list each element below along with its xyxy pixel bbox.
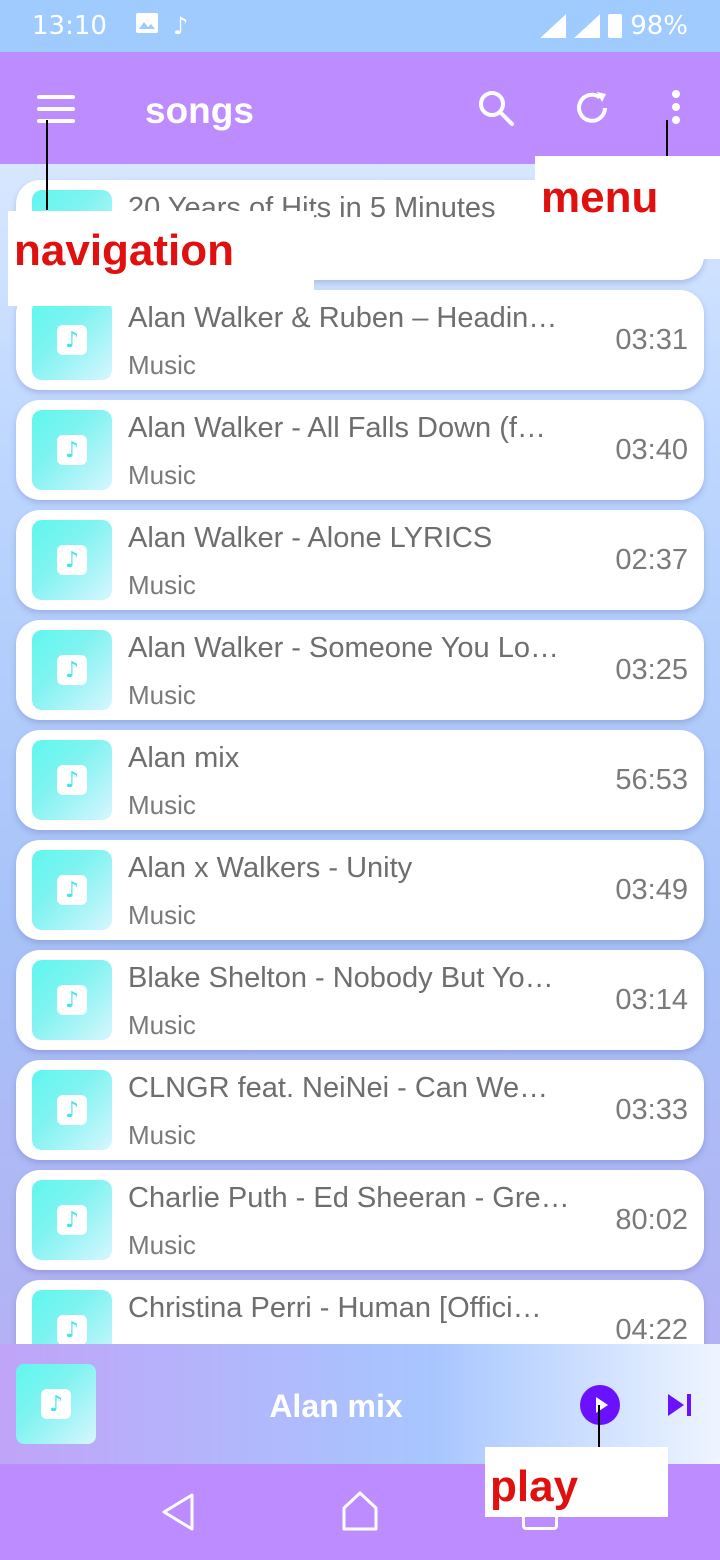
song-item[interactable]: ♪ Charlie Puth - Ed Sheeran - Gre… Music… [16, 1170, 704, 1270]
song-title: Alan Walker & Ruben – Headin… [128, 302, 558, 334]
mini-player[interactable]: ♪ Alan mix [0, 1344, 720, 1464]
music-note-icon: ♪ [57, 875, 87, 905]
menu-drawer-icon[interactable] [37, 95, 75, 123]
status-bar: 13:10 ♪ 98% [0, 0, 720, 52]
song-duration: 56:53 [615, 764, 688, 796]
cell-signal-icon [574, 14, 601, 38]
song-duration: 03:14 [615, 984, 688, 1016]
annotation-navigation: navigation [14, 226, 235, 275]
menu-pointer-line [666, 120, 668, 156]
album-art: ♪ [32, 1180, 112, 1260]
song-duration: 03:40 [615, 434, 688, 466]
wifi-signal-icon [540, 14, 567, 38]
more-options-icon[interactable] [666, 90, 686, 130]
status-time: 13:10 [32, 11, 107, 41]
page-title: songs [145, 90, 254, 131]
song-duration: 03:33 [615, 1094, 688, 1126]
song-item[interactable]: ♪ Alan mix Music 56:53 [16, 730, 704, 830]
music-note-icon: ♪ [57, 545, 87, 575]
music-note-icon: ♪ [57, 435, 87, 465]
song-item[interactable]: ♪ Alan Walker - Alone LYRICS Music 02:37 [16, 510, 704, 610]
song-title: Alan x Walkers - Unity [128, 852, 413, 884]
song-item[interactable]: ♪ Alan Walker - All Falls Down (f… Music… [16, 400, 704, 500]
music-note-icon: ♪ [57, 985, 87, 1015]
skip-next-icon[interactable] [666, 1392, 694, 1418]
song-subtitle: Music [128, 1010, 196, 1040]
song-list: ♪ 20 Years of Hits in 5 Minutes ♪ Alan W… [0, 164, 720, 1344]
song-title: Alan mix [128, 742, 240, 774]
navigation-pointer-line [46, 120, 48, 210]
album-art: ♪ [32, 300, 112, 380]
song-duration: 03:25 [615, 654, 688, 686]
music-note-icon: ♪ [57, 1315, 87, 1344]
music-note-icon: ♪ [57, 1205, 87, 1235]
song-title: Alan Walker - All Falls Down (f… [128, 412, 546, 444]
song-item[interactable]: ♪ Christina Perri - Human [Offici… 04:22 [16, 1280, 704, 1344]
album-art: ♪ [32, 520, 112, 600]
song-title: Blake Shelton - Nobody But Yo… [128, 962, 554, 994]
song-subtitle: Music [128, 790, 196, 820]
album-art: ♪ [32, 410, 112, 490]
play-button[interactable] [580, 1385, 620, 1425]
album-art: ♪ [32, 960, 112, 1040]
song-subtitle: Music [128, 460, 196, 490]
image-icon [135, 12, 159, 40]
album-art: ♪ [32, 1290, 112, 1344]
search-icon[interactable] [476, 88, 516, 128]
song-duration: 80:02 [615, 1204, 688, 1236]
status-right: 98% [540, 11, 688, 41]
song-duration: 03:49 [615, 874, 688, 906]
annotation-menu: menu [541, 173, 659, 222]
song-duration: 02:37 [615, 544, 688, 576]
song-title: CLNGR feat. NeiNei - Can We… [128, 1072, 549, 1104]
song-item[interactable]: ♪ Blake Shelton - Nobody But Yo… Music 0… [16, 950, 704, 1050]
song-item[interactable]: ♪ Alan x Walkers - Unity Music 03:49 [16, 840, 704, 940]
music-note-icon: ♪ [57, 765, 87, 795]
play-pointer-line [598, 1405, 600, 1447]
app-bar: songs [0, 52, 720, 164]
back-icon[interactable] [160, 1492, 196, 1532]
song-duration: 04:22 [615, 1314, 688, 1344]
music-note-icon: ♪ [57, 655, 87, 685]
song-title: Christina Perri - Human [Offici… [128, 1292, 542, 1324]
song-subtitle: Music [128, 350, 196, 380]
song-subtitle: Music [128, 680, 196, 710]
song-title: Alan Walker - Alone LYRICS [128, 522, 493, 554]
album-art: ♪ [32, 1070, 112, 1150]
album-art: ♪ [32, 850, 112, 930]
song-title: Charlie Puth - Ed Sheeran - Gre… [128, 1182, 570, 1214]
song-duration: 03:31 [615, 324, 688, 356]
battery-level: 98% [630, 11, 688, 41]
song-subtitle: Music [128, 900, 196, 930]
home-icon[interactable] [340, 1490, 380, 1532]
song-subtitle: Music [128, 1120, 196, 1150]
song-item[interactable]: ♪ Alan Walker - Someone You Lo… Music 03… [16, 620, 704, 720]
song-subtitle: Music [128, 1230, 196, 1260]
album-art: ♪ [32, 740, 112, 820]
music-note-icon: ♪ [57, 1095, 87, 1125]
song-subtitle: Music [128, 570, 196, 600]
music-note-icon: ♪ [57, 325, 87, 355]
now-playing-title: Alan mix [269, 1388, 403, 1424]
song-item[interactable]: ♪ CLNGR feat. NeiNei - Can We… Music 03:… [16, 1060, 704, 1160]
song-title: Alan Walker - Someone You Lo… [128, 632, 559, 664]
album-art: ♪ [32, 630, 112, 710]
music-note-icon: ♪ [172, 12, 189, 40]
battery-icon [608, 14, 623, 38]
refresh-icon[interactable] [572, 88, 612, 128]
annotation-play: play [490, 1462, 579, 1511]
